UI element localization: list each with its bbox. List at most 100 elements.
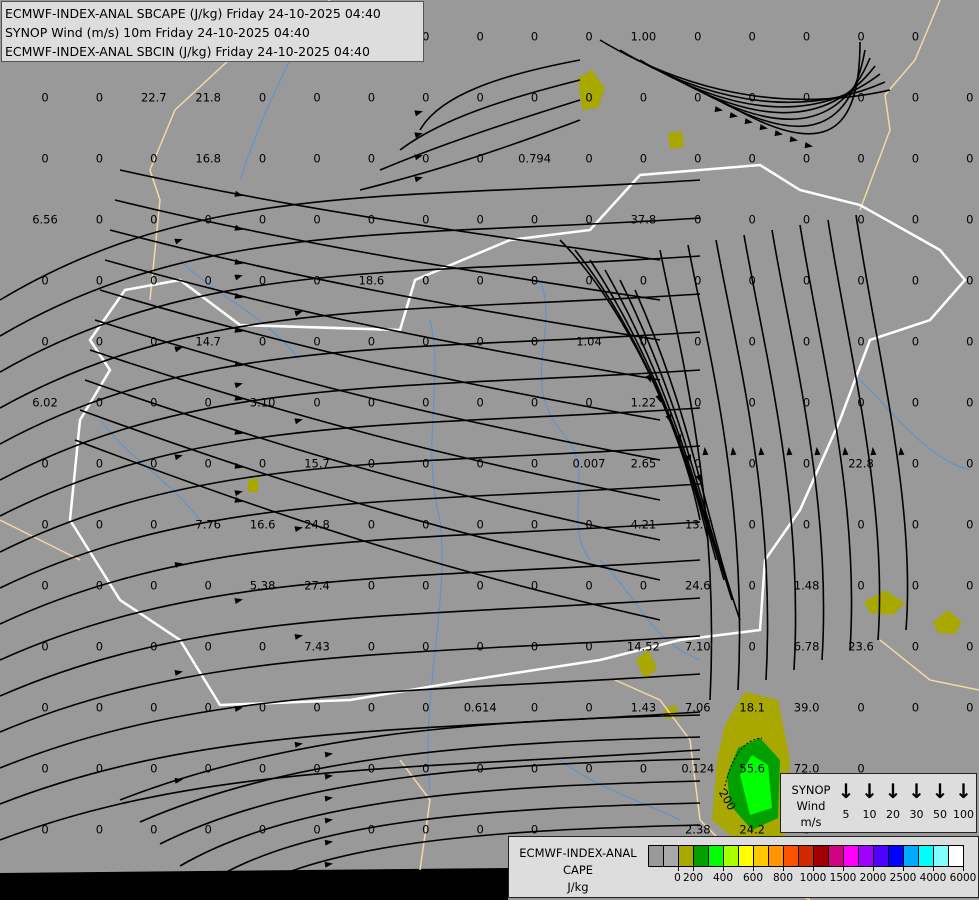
cape-value-label: 6.78 xyxy=(794,640,820,654)
cape-value-label: 0 xyxy=(368,640,375,654)
cape-value-label: 0 xyxy=(368,579,375,593)
cape-value-label: 0 xyxy=(368,91,375,105)
cape-value-label: 0 xyxy=(749,274,756,288)
cape-value-label: 2.38 xyxy=(685,823,711,837)
synop-legend-label: SYNOP Wind m/s xyxy=(785,782,837,830)
legend-tick-label: 2000 xyxy=(859,872,887,884)
cape-value-label: 0 xyxy=(259,701,266,715)
legend-tick xyxy=(933,866,934,871)
color-swatch xyxy=(844,846,859,866)
cape-value-label: 0 xyxy=(150,457,157,471)
cape-value-label: 0 xyxy=(803,30,810,44)
legend-tick-label: 600 xyxy=(742,872,764,884)
cape-value-label: 0 xyxy=(96,518,103,532)
cape-value-label: 0 xyxy=(912,152,919,166)
cape-value-label: 22.7 xyxy=(141,91,167,105)
synop-speed-item: ↓ 30 xyxy=(905,780,929,821)
synop-speed-item: ↓ 10 xyxy=(858,780,882,821)
arrow-down-icon: ↓ xyxy=(884,779,902,803)
cape-value-label: 0 xyxy=(694,91,701,105)
legend-tick-label: 200 xyxy=(682,872,704,884)
cape-value-label: 0 xyxy=(803,274,810,288)
cape-value-label: 0 xyxy=(803,396,810,410)
cape-value-label: 24.2 xyxy=(739,823,765,837)
cape-value-label: 0 xyxy=(477,762,484,776)
cape-value-label: 6.56 xyxy=(32,213,58,227)
cape-value-label: 0.124 xyxy=(681,762,714,776)
legend-tick-label: 1000 xyxy=(799,872,827,884)
arrow-down-icon: ↓ xyxy=(955,779,972,803)
cape-value-label: 0 xyxy=(585,274,592,288)
legend-tick xyxy=(693,866,694,871)
cape-value-label: 0 xyxy=(857,152,864,166)
cape-value-label: 0 xyxy=(585,30,592,44)
cape-value-label: 0 xyxy=(749,152,756,166)
legend-title-line: J/kg xyxy=(567,880,589,894)
cape-value-label: 7.76 xyxy=(195,518,221,532)
cape-value-label: 0 xyxy=(96,823,103,837)
legend-tick-label: 0 xyxy=(674,872,681,884)
cape-value-label: 23.6 xyxy=(848,640,874,654)
cape-value-label: 0 xyxy=(259,152,266,166)
cape-value-label: 1.04 xyxy=(576,335,602,349)
cape-value-label: 0 xyxy=(96,701,103,715)
cape-value-label: 0.614 xyxy=(464,701,497,715)
cape-value-label: 0 xyxy=(259,640,266,654)
cape-value-label: 0 xyxy=(150,274,157,288)
cape-value-label: 39.0 xyxy=(794,701,820,715)
cape-value-label: 0 xyxy=(966,213,973,227)
color-swatch xyxy=(784,846,799,866)
synop-speed-label: 100 xyxy=(953,808,974,821)
cape-value-label: 0 xyxy=(857,91,864,105)
cape-value-label: 0 xyxy=(966,701,973,715)
cape-value-label: 6.02 xyxy=(32,396,58,410)
cape-value-label: 0 xyxy=(368,152,375,166)
cape-value-label: 0 xyxy=(259,335,266,349)
synop-label-line: Wind xyxy=(796,799,826,813)
cape-value-label: 0 xyxy=(313,701,320,715)
cape-value-label: 0 xyxy=(96,335,103,349)
cape-value-label: 16.6 xyxy=(250,518,276,532)
synop-speed-label: 5 xyxy=(842,808,850,821)
cape-value-label: 0 xyxy=(857,335,864,349)
cape-value-label: 0 xyxy=(640,91,647,105)
cape-value-label: 0 xyxy=(531,762,538,776)
cape-value-label: 0 xyxy=(585,518,592,532)
synop-speed-item: ↓ 50 xyxy=(928,780,952,821)
cape-value-label: 13.7 xyxy=(685,518,711,532)
cape-value-label: 0 xyxy=(694,213,701,227)
cape-value-label: 0 xyxy=(150,335,157,349)
cape-value-label: 0 xyxy=(531,457,538,471)
color-swatch xyxy=(739,846,754,866)
legend-tick-label: 4000 xyxy=(919,872,947,884)
title-line-wind: SYNOP Wind (m/s) 10m Friday 24-10-2025 0… xyxy=(5,25,310,40)
cape-value-label: 0 xyxy=(41,518,48,532)
title-line-cin: ECMWF-INDEX-ANAL SBCIN (J/kg) Friday 24-… xyxy=(5,44,370,59)
cape-value-label: 0 xyxy=(259,274,266,288)
cape-value-label: 0 xyxy=(259,823,266,837)
cape-value-label: 0 xyxy=(477,30,484,44)
cape-value-label: 0 xyxy=(96,91,103,105)
cape-value-label: 0 xyxy=(749,518,756,532)
cape-value-label: 0 xyxy=(531,30,538,44)
cape-value-label: 0 xyxy=(422,396,429,410)
cape-value-label: 0 xyxy=(857,274,864,288)
cape-value-label: 0 xyxy=(749,579,756,593)
cape-value-label: 0 xyxy=(477,823,484,837)
arrow-down-icon: ↓ xyxy=(861,779,878,803)
cape-value-label: 1.43 xyxy=(631,701,657,715)
cape-value-label: 0 xyxy=(368,213,375,227)
cape-value-label: 0 xyxy=(205,823,212,837)
synop-speed-item: ↓ 100 xyxy=(952,780,976,821)
cape-value-label: 0 xyxy=(585,396,592,410)
cape-value-label: 0 xyxy=(749,457,756,471)
cape-value-label: 22.8 xyxy=(848,457,874,471)
cape-value-label: 0 xyxy=(803,457,810,471)
cape-value-label: 0 xyxy=(41,335,48,349)
cape-value-label: 21.8 xyxy=(195,91,221,105)
cape-value-label: 0 xyxy=(531,640,538,654)
cape-value-label: 0 xyxy=(640,579,647,593)
synop-label-line: m/s xyxy=(800,815,822,829)
cape-value-label: 27.4 xyxy=(304,579,330,593)
cape-value-label: 0 xyxy=(749,91,756,105)
